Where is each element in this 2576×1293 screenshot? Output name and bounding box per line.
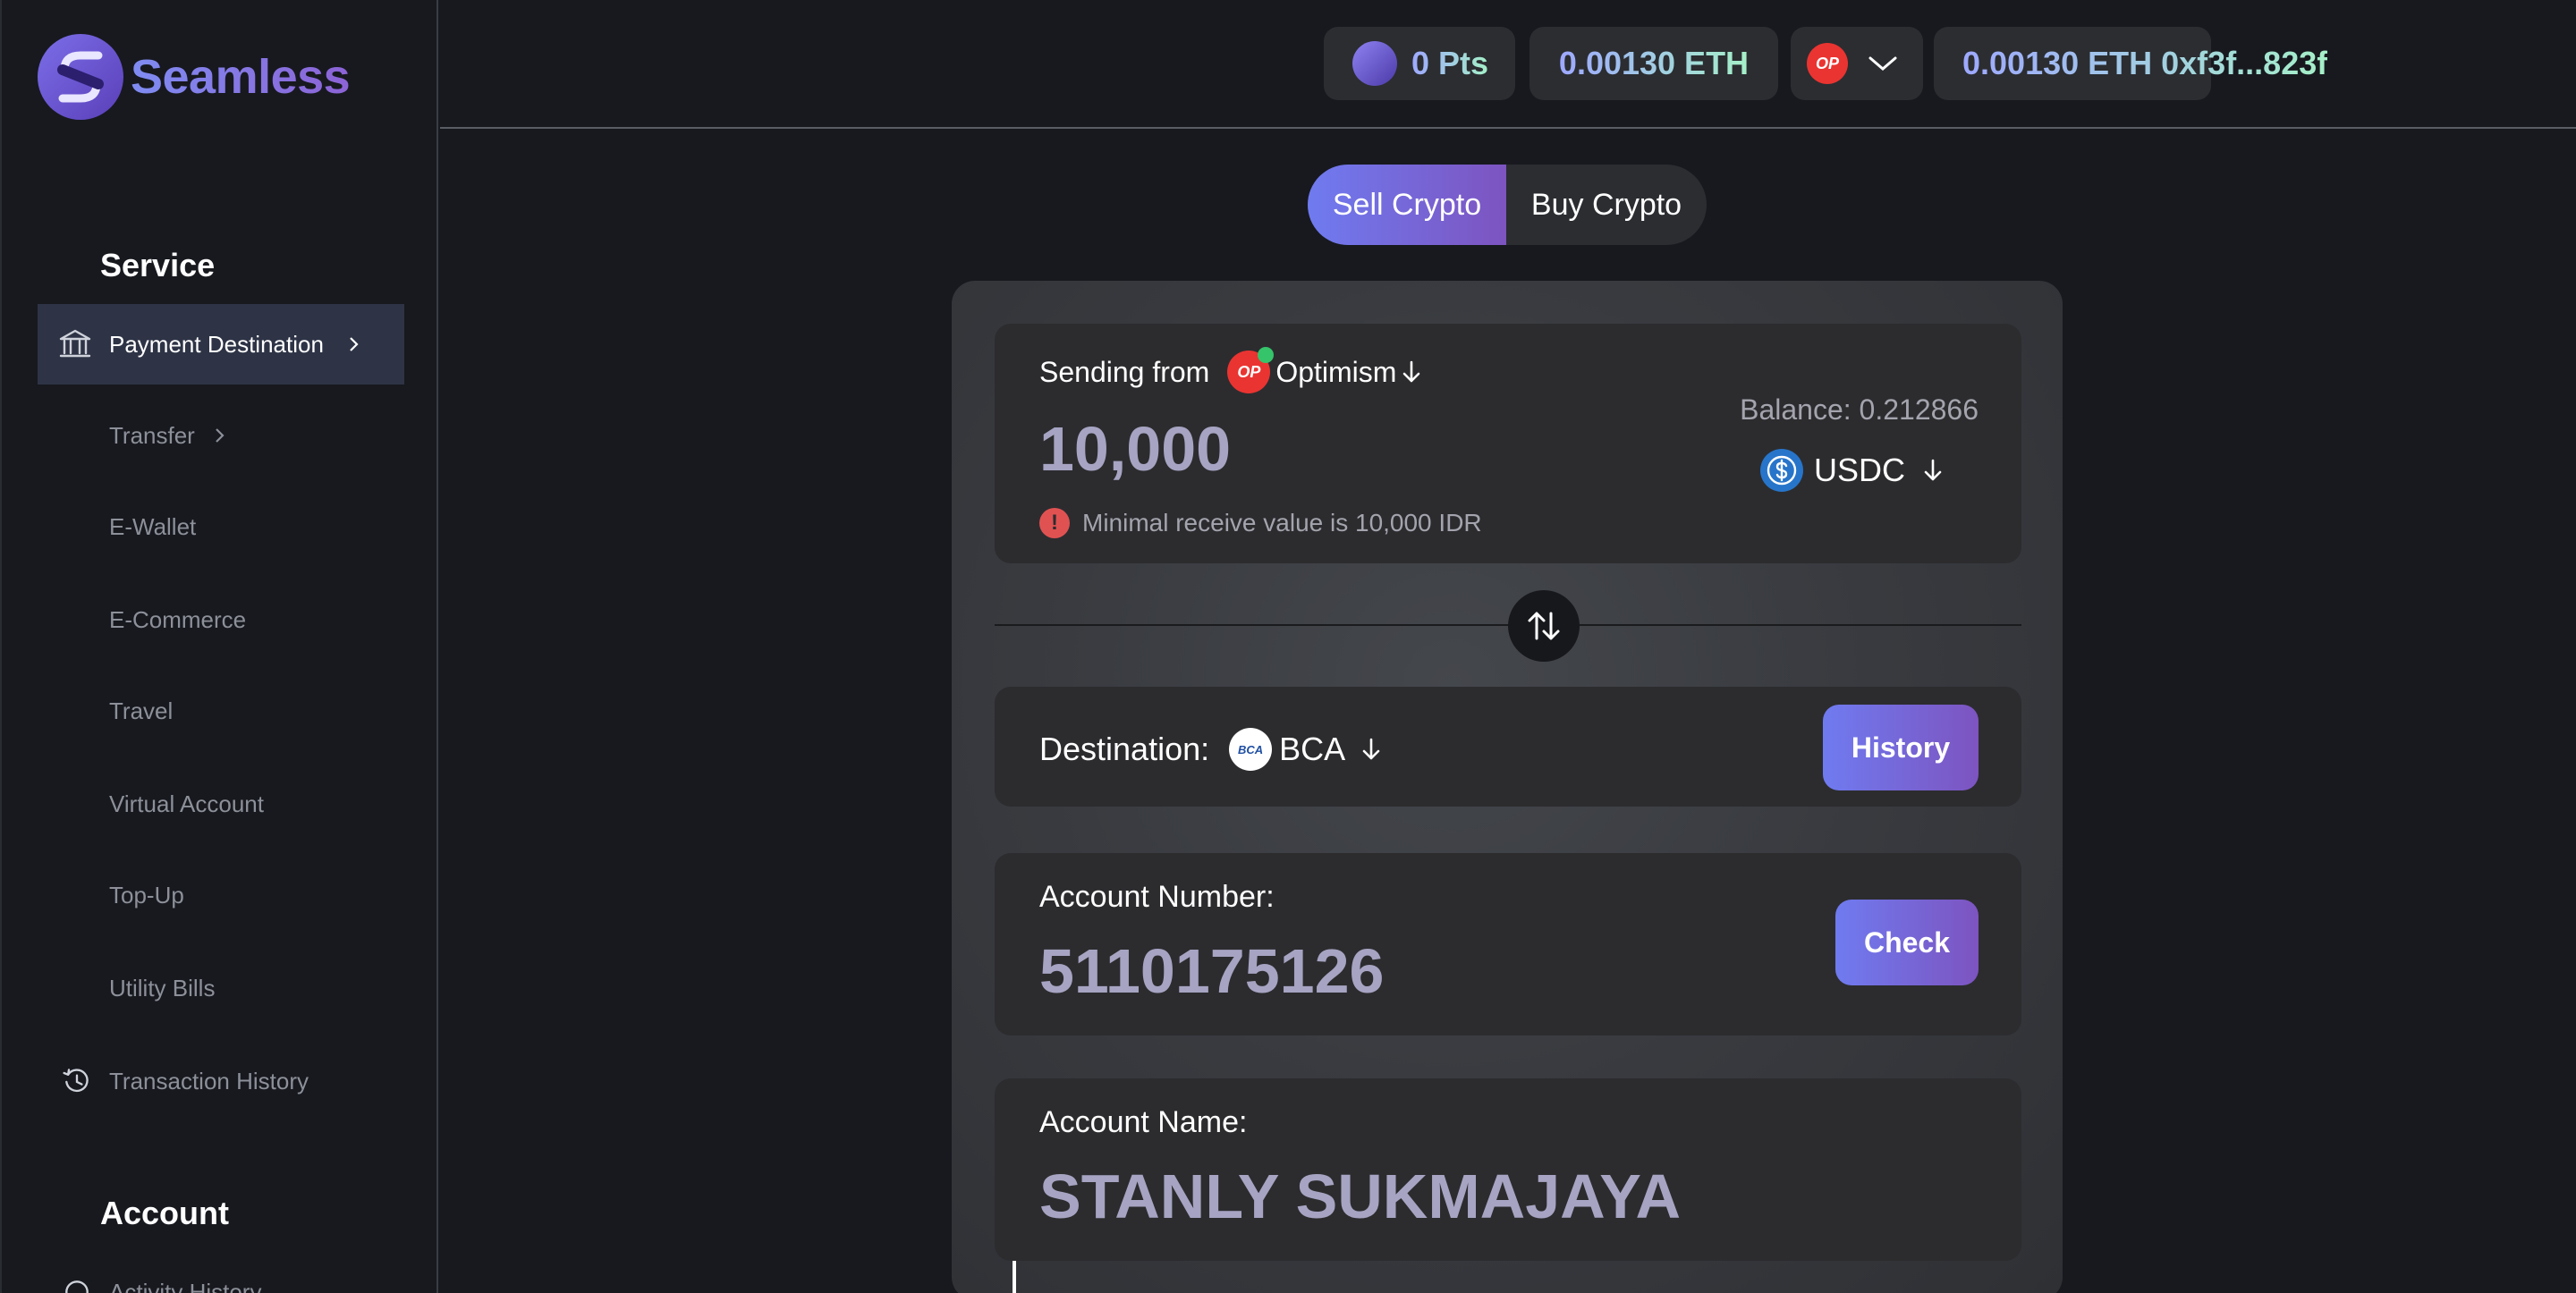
- source-network-select[interactable]: Optimism: [1275, 356, 1396, 389]
- account-name-panel: Account Name: STANLY SUKMAJAYA: [995, 1078, 2021, 1261]
- destination-panel: Destination: BCA BCA History: [995, 687, 2021, 807]
- transfer-label: Transfer: [109, 421, 195, 449]
- text-cursor: [1013, 1261, 1016, 1293]
- sidebar-item-top-up[interactable]: Top-Up: [38, 855, 404, 935]
- sidebar-item-virtual-account[interactable]: Virtual Account: [38, 764, 404, 844]
- chevron-right-icon: [350, 337, 359, 351]
- token-selector[interactable]: USDC: [1759, 449, 1945, 492]
- usdc-icon: [1759, 449, 1803, 492]
- history-icon: [65, 1280, 89, 1293]
- warning-text: Minimal receive value is 10,000 IDR: [1082, 509, 1482, 537]
- sidebar-item-label: E-Commerce: [109, 605, 247, 633]
- sidebar-item-label: Activity History: [109, 1278, 262, 1293]
- swap-arrows-icon: [1528, 612, 1560, 640]
- sidebar-item-e-commerce[interactable]: E-Commerce: [38, 579, 404, 660]
- sending-from-row: Sending from OP Optimism: [1039, 347, 1423, 393]
- sidebar-item-label: Payment Destination: [109, 331, 363, 359]
- bank-icon: [59, 329, 91, 358]
- chevron-down-icon: [1868, 56, 1897, 71]
- warning-icon: !: [1039, 508, 1070, 538]
- points-value: 0 Pts: [1411, 45, 1489, 81]
- eth-balance-value: 0.00130 ETH: [1558, 45, 1750, 81]
- arrow-down-icon: [1403, 360, 1420, 383]
- seamless-logo-icon: [38, 34, 123, 120]
- wallet-button[interactable]: 0.00130 ETH 0xf3f...823f: [1934, 27, 2327, 100]
- app-window: Seamless Service Payment Destination Tra…: [0, 0, 2576, 1293]
- points-icon: [1352, 41, 1397, 86]
- sidebar-item-label: Top-Up: [109, 881, 184, 908]
- account-section-title: Account: [100, 1195, 229, 1231]
- sidebar-item-payment-destination[interactable]: Payment Destination: [38, 304, 404, 385]
- tab-buy-crypto[interactable]: Buy Crypto: [1506, 165, 1707, 245]
- sidebar-item-label: Utility Bills: [109, 974, 216, 1001]
- sidebar: Seamless Service Payment Destination Tra…: [0, 0, 438, 1293]
- sidebar-item-label: Transfer: [109, 422, 229, 450]
- account-name-label: Account Name:: [1039, 1105, 1248, 1139]
- sidebar-item-label: E-Wallet: [109, 512, 197, 540]
- chevron-right-icon: [216, 428, 225, 443]
- sidebar-item-transfer[interactable]: Transfer: [38, 395, 404, 476]
- sidebar-item-utility-bills[interactable]: Utility Bills: [38, 948, 404, 1028]
- payment-destination-label: Payment Destination: [109, 330, 324, 358]
- optimism-network-icon[interactable]: OP: [1227, 347, 1275, 393]
- sending-from-label: Sending from: [1039, 355, 1210, 388]
- brand-logo[interactable]: Seamless: [38, 34, 351, 120]
- bca-bank-icon: BCA: [1229, 728, 1273, 771]
- account-number-panel: Account Number: 5110175126 Check: [995, 853, 2021, 1035]
- sidebar-item-label: Virtual Account: [109, 790, 264, 817]
- sidebar-item-travel[interactable]: Travel: [38, 671, 404, 751]
- history-icon: [63, 1069, 89, 1093]
- amount-input[interactable]: 10,000: [1039, 413, 1231, 485]
- points-badge[interactable]: 0 Pts: [1324, 27, 1515, 100]
- wallet-address: 0.00130 ETH 0xf3f...823f: [1962, 45, 2328, 81]
- sidebar-item-e-wallet[interactable]: E-Wallet: [38, 486, 404, 567]
- account-name-value: STANLY SUKMAJAYA: [1039, 1162, 1682, 1231]
- tab-sell-crypto[interactable]: Sell Crypto: [1308, 165, 1506, 245]
- account-number-label: Account Number:: [1039, 880, 1275, 914]
- service-section-title: Service: [100, 247, 216, 283]
- network-selector[interactable]: OP: [1791, 27, 1923, 100]
- sidebar-item-activity-history[interactable]: Activity History: [38, 1252, 404, 1293]
- brand-name: Seamless: [131, 50, 351, 104]
- destination-label: Destination:: [1039, 731, 1210, 767]
- balance-text: Balance: 0.212866: [1740, 393, 1979, 426]
- account-number-input[interactable]: 5110175126: [1039, 935, 1384, 1007]
- connected-dot-icon: [1258, 347, 1275, 363]
- destination-bank-select[interactable]: BCA: [1279, 731, 1345, 768]
- check-button[interactable]: Check: [1835, 900, 1979, 985]
- sidebar-item-label: Transaction History: [109, 1067, 309, 1094]
- optimism-network-icon: OP: [1807, 43, 1848, 84]
- sell-buy-toggle: Sell Crypto Buy Crypto: [1308, 165, 1707, 245]
- min-receive-warning: ! Minimal receive value is 10,000 IDR: [1039, 508, 1482, 538]
- token-symbol: USDC: [1813, 452, 1905, 488]
- sidebar-item-transaction-history[interactable]: Transaction History: [38, 1041, 404, 1121]
- top-bar: 0 Pts 0.00130 ETH OP 0.00130 ETH 0xf3f..…: [440, 0, 2576, 129]
- eth-balance-pill[interactable]: 0.00130 ETH: [1530, 27, 1778, 100]
- history-button[interactable]: History: [1823, 705, 1979, 790]
- arrow-down-icon: [1924, 459, 1942, 481]
- sending-panel: Sending from OP Optimism 10,000 ! Minima…: [995, 324, 2021, 563]
- destination-row: Destination: BCA BCA: [1039, 728, 1383, 771]
- swap-direction-button[interactable]: [1508, 590, 1580, 662]
- transfer-card: Sending from OP Optimism 10,000 ! Minima…: [952, 281, 2063, 1293]
- arrow-down-icon: [1362, 738, 1380, 760]
- sidebar-item-label: Travel: [109, 697, 174, 724]
- network-badge-text: OP: [1237, 362, 1261, 381]
